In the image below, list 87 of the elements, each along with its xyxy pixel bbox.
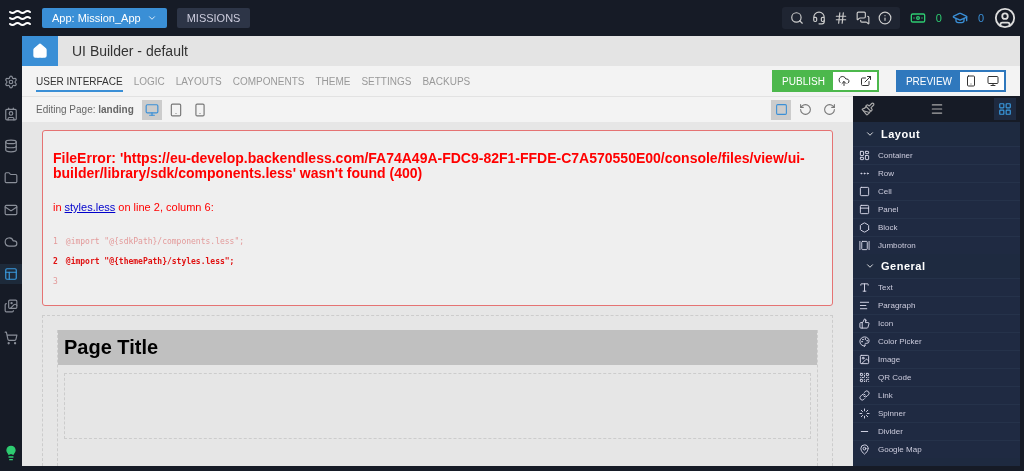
editing-page-label: Editing Page: landing xyxy=(36,104,134,115)
caret-icon xyxy=(865,261,875,271)
monitor-icon xyxy=(987,75,999,87)
database-icon xyxy=(4,139,18,153)
square-icon xyxy=(859,186,870,197)
component-item[interactable]: Link xyxy=(853,386,1020,404)
home-button[interactable] xyxy=(22,36,58,66)
preview-button[interactable]: PREVIEW xyxy=(897,72,960,90)
menu-icon xyxy=(929,102,944,116)
line-number: 3 xyxy=(53,276,58,286)
tablet-icon xyxy=(168,102,183,117)
component-item[interactable]: Block xyxy=(853,218,1020,236)
code-line: @import "@{sdkPath}/components.less"; xyxy=(65,236,245,246)
page-title: UI Builder - default xyxy=(72,43,188,59)
square-icon xyxy=(774,103,788,116)
image-icon xyxy=(859,354,870,365)
brush-icon xyxy=(861,102,875,116)
component-item[interactable]: Google Map xyxy=(853,440,1020,458)
text-icon xyxy=(859,282,870,293)
component-item[interactable]: Color Picker xyxy=(853,332,1020,350)
component-item[interactable]: Image xyxy=(853,350,1020,368)
phone-icon xyxy=(965,75,977,87)
component-item[interactable]: QR Code xyxy=(853,368,1020,386)
undo-icon xyxy=(798,103,812,116)
cloud-icon xyxy=(4,235,18,249)
search-icon[interactable] xyxy=(789,11,804,25)
gallery-icon xyxy=(859,240,870,251)
component-item[interactable]: Cell xyxy=(853,182,1020,200)
file-link[interactable]: styles.less xyxy=(64,201,116,213)
device-button[interactable] xyxy=(141,99,162,120)
home-icon xyxy=(32,43,48,59)
panel-icon xyxy=(859,204,870,215)
lightbulb-icon[interactable] xyxy=(3,445,19,461)
missions-button[interactable]: MISSIONS xyxy=(176,8,251,28)
palette-icon xyxy=(859,336,870,347)
outline-toggle[interactable] xyxy=(771,99,791,120)
line-number: 1 xyxy=(53,236,58,246)
component-item[interactable]: Container xyxy=(853,146,1020,164)
error-message: FileError: 'https://eu-develop.backendless.com/FA74A49A-FDC9-82F1-FFDE-C7A570550E00/console/files/view/ui-builder/library/sdk/components.less' wasn't found (400) xyxy=(53,151,806,181)
caret-icon xyxy=(146,13,157,23)
hexagon-icon xyxy=(859,222,870,233)
envelope-icon xyxy=(4,203,18,217)
tab[interactable]: USER INTERFACE xyxy=(36,70,123,92)
location-text: on line 2, column 6: xyxy=(118,201,214,213)
component-item[interactable]: Jumbotron xyxy=(853,236,1020,254)
sidebar-item[interactable] xyxy=(0,264,22,284)
paragraph-icon xyxy=(859,300,870,311)
thumbs-up-icon xyxy=(859,318,870,329)
qr-code-icon xyxy=(859,372,870,383)
info-icon[interactable] xyxy=(877,11,892,25)
id-card-icon xyxy=(4,107,18,121)
hash-icon[interactable] xyxy=(833,11,848,25)
component-item[interactable]: Spinner xyxy=(853,404,1020,422)
education-count: 0 xyxy=(977,12,984,24)
images-icon xyxy=(4,299,18,313)
chat-icon[interactable] xyxy=(855,11,870,25)
layout-icon xyxy=(4,267,18,281)
headset-icon[interactable] xyxy=(811,11,826,25)
code-line: @import "@{themePath}/styles.less"; xyxy=(65,256,235,266)
external-link-button[interactable] xyxy=(854,72,877,90)
cart-icon xyxy=(4,331,18,345)
folder-icon xyxy=(4,171,18,185)
graduation-cap-icon xyxy=(951,10,968,26)
grid-icon xyxy=(859,150,870,161)
desktop-preview-button[interactable] xyxy=(982,72,1004,90)
monitor-icon xyxy=(144,102,159,117)
component-item[interactable]: Icon xyxy=(853,314,1020,332)
phone-preview-button[interactable] xyxy=(960,72,982,90)
redo-icon xyxy=(822,103,836,116)
cloud-upload-icon xyxy=(837,75,850,87)
phone-icon xyxy=(192,102,207,117)
location-text: in xyxy=(53,201,62,213)
link-icon xyxy=(859,390,870,401)
cloud-upload-button[interactable] xyxy=(832,72,855,90)
panel-tab[interactable] xyxy=(994,98,1016,120)
caret-icon xyxy=(865,129,875,139)
grid-icon xyxy=(998,102,1012,116)
component-item[interactable]: Panel xyxy=(853,200,1020,218)
external-link-icon xyxy=(859,75,872,87)
spinner-icon xyxy=(859,408,870,419)
page-heading: Page Title xyxy=(64,336,159,359)
money-count: 0 xyxy=(935,12,942,24)
map-pin-icon xyxy=(859,444,870,455)
user-avatar-icon[interactable] xyxy=(994,7,1016,29)
line-number: 2 xyxy=(53,256,58,266)
gear-icon xyxy=(4,75,18,89)
money-icon xyxy=(909,10,926,26)
